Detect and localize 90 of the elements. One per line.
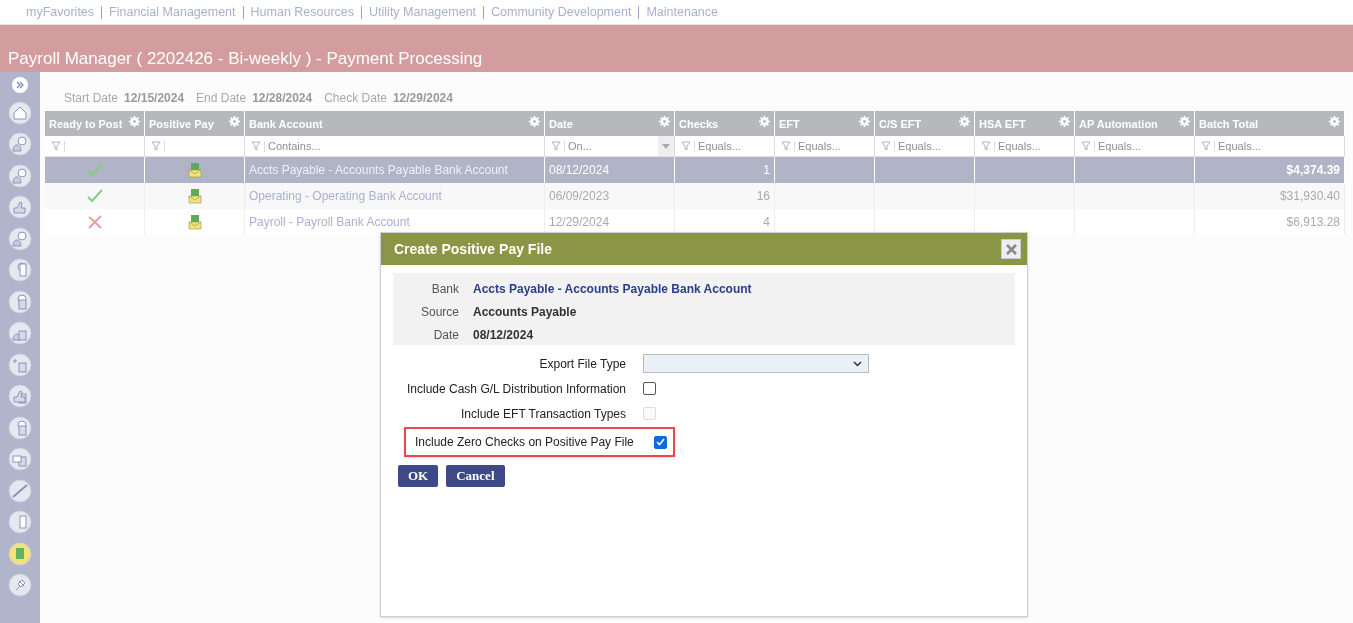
bank-account-link[interactable]: Accts Payable - Accounts Payable Bank Account — [249, 161, 508, 179]
gear-icon[interactable] — [659, 116, 670, 127]
filter-placeholder: Equals... — [1218, 138, 1261, 154]
field-label: Include Cash G/L Distribution Information — [406, 380, 626, 398]
table-cell-text: $31,930.40 — [1279, 188, 1340, 205]
filter-field[interactable]: On... — [545, 136, 675, 156]
filter-icon — [881, 141, 891, 151]
gear-icon[interactable] — [1059, 116, 1070, 127]
home-icon[interactable] — [8, 100, 32, 125]
gear-icon[interactable] — [229, 116, 240, 127]
filter-placeholder: Equals... — [798, 138, 841, 154]
nav-link[interactable]: Maintenance — [646, 2, 718, 22]
date-label: Start Date — [64, 90, 119, 107]
filter-icon — [151, 141, 161, 151]
dialog-button[interactable]: Cancel — [446, 465, 505, 487]
filter-icon — [981, 141, 991, 151]
date-label: Check Date — [324, 90, 387, 107]
filter-icon — [1201, 141, 1211, 151]
gear-icon[interactable] — [959, 116, 970, 127]
nav-link[interactable]: Community Development — [491, 2, 632, 22]
filter-field[interactable]: Contains... — [245, 136, 545, 156]
filter-field[interactable]: Equals... — [775, 136, 875, 156]
table-cell-text: $4,374.39 — [1286, 162, 1340, 179]
slash-icon[interactable] — [8, 478, 32, 503]
date-value: 12/28/2024 — [252, 90, 313, 107]
field-label: Include Zero Checks on Positive Pay File — [415, 434, 634, 451]
gear-icon[interactable] — [529, 116, 540, 127]
chevron-down-icon — [853, 360, 862, 367]
gear-icon[interactable] — [129, 116, 140, 127]
table-row[interactable]: Operating - Operating Bank Account 06/09/2023 16 $31,930.40 — [45, 183, 1345, 209]
gear-icon[interactable] — [859, 116, 870, 127]
filter-placeholder: Equals... — [898, 138, 941, 154]
bank-account-link[interactable]: Payroll - Payroll Bank Account — [249, 213, 410, 231]
filter-placeholder: Equals... — [1098, 138, 1141, 154]
close-button[interactable] — [1001, 239, 1021, 259]
filter-field[interactable]: Equals... — [1195, 136, 1345, 156]
table-cell-text: 16 — [756, 188, 770, 205]
export-file-type-select[interactable] — [643, 354, 869, 373]
table-row[interactable]: Accts Payable - Accounts Payable Bank Account 08/12/2024 1 $4,374.39 — [45, 157, 1345, 183]
filter-field[interactable]: Equals... — [1075, 136, 1195, 156]
table-cell-text: 12/29/2024 — [549, 214, 610, 231]
filter-icon — [681, 141, 691, 151]
nav-link[interactable]: Utility Management — [369, 2, 477, 22]
filter-field[interactable]: Equals... — [975, 136, 1075, 156]
bank-account-link[interactable]: Operating - Operating Bank Account — [249, 187, 442, 205]
filter-icon — [781, 141, 791, 151]
checkbox[interactable] — [643, 382, 656, 395]
thumbs-up-icon[interactable] — [8, 195, 32, 219]
money-envelope-icon[interactable] — [187, 162, 202, 178]
pushpin-icon[interactable] — [8, 573, 32, 597]
filter-icon — [251, 141, 261, 151]
date-value: 12/29/2024 — [392, 90, 453, 107]
info-label: Source — [419, 304, 459, 321]
gear-icon[interactable] — [759, 116, 770, 127]
filter-field[interactable]: Equals... — [875, 136, 975, 156]
gear-icon[interactable] — [1329, 116, 1340, 127]
info-value: 08/12/2024 — [473, 327, 535, 344]
info-link[interactable]: Accts Payable - Accounts Payable Bank Account — [473, 280, 1015, 298]
date-label: End Date — [196, 90, 247, 107]
info-value: Accounts Payable — [473, 304, 578, 321]
filter-placeholder: Contains... — [268, 138, 321, 154]
table-cell-text: 4 — [763, 214, 770, 231]
nav-link[interactable]: Human Resources — [250, 2, 355, 22]
field-label: Export File Type — [538, 355, 626, 373]
field-label: Include EFT Transaction Types — [460, 405, 626, 423]
table-cell-text: $6,913.28 — [1286, 214, 1340, 231]
page-title: Payroll Manager ( 2202426 - Bi-weekly ) - Payment Processing — [8, 47, 483, 70]
expand-icon[interactable] — [12, 77, 28, 93]
money-envelope-icon[interactable] — [187, 188, 202, 204]
table-cell-text: 08/12/2024 — [549, 162, 610, 179]
table-cell-text: 06/09/2023 — [549, 188, 610, 205]
filter-field[interactable]: Equals... — [675, 136, 775, 156]
dialog-title: Create Positive Pay File — [394, 239, 552, 259]
close-icon — [1005, 243, 1017, 255]
nav-link[interactable]: myFavorites — [26, 2, 95, 22]
filter-placeholder: On... — [568, 138, 592, 154]
filter-placeholder: Equals... — [998, 138, 1041, 154]
filter-icon — [551, 141, 561, 151]
info-label: Bank — [430, 281, 459, 298]
gear-icon[interactable] — [1179, 116, 1190, 127]
table-cell-text: 1 — [763, 162, 770, 179]
dialog-button[interactable]: OK — [398, 465, 439, 487]
filter-icon — [51, 141, 61, 151]
filter-icon — [1081, 141, 1091, 151]
nav-link[interactable]: Financial Management — [109, 2, 236, 22]
date-value: 12/15/2024 — [124, 90, 185, 107]
info-label: Date — [432, 327, 459, 344]
checkbox[interactable] — [653, 435, 667, 449]
filter-placeholder: Equals... — [698, 138, 741, 154]
money-envelope-icon[interactable] — [187, 214, 202, 230]
